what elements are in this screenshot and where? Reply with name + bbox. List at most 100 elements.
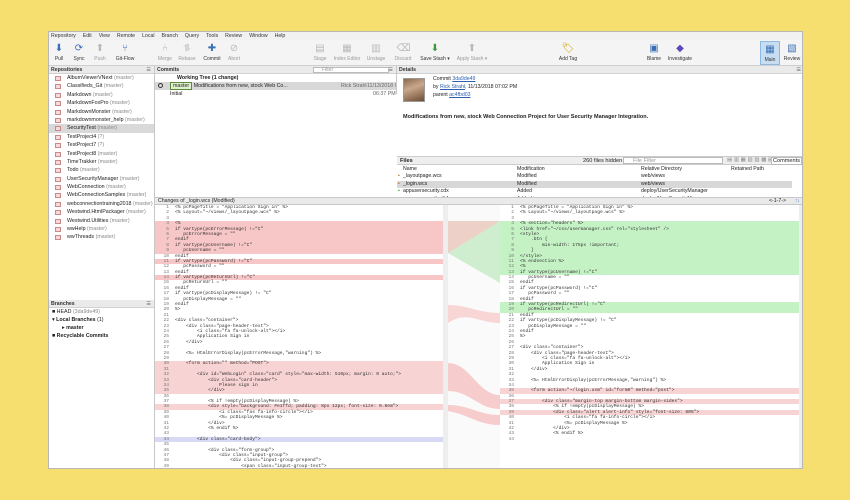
- repository-item[interactable]: Westwind.Utilities (master): [49, 217, 154, 225]
- gitflow-button[interactable]: ⑂ Git-Flow: [113, 41, 137, 65]
- left-panel: Repositories ☰ AlbumViewerVNext (master) C…: [49, 66, 155, 468]
- file-filter-input[interactable]: File Filter: [623, 157, 723, 164]
- apply-stash-button[interactable]: ⬆ Apply Stash ▾: [455, 41, 489, 65]
- commit-row-initial[interactable]: Initial 06:37 PM: [155, 90, 396, 98]
- repository-icon: [55, 227, 61, 233]
- menu-local[interactable]: Local: [142, 33, 154, 39]
- repository-item[interactable]: Westwind.HtmlPackager (master): [49, 208, 154, 216]
- pull-button[interactable]: ⬇ Pull: [51, 41, 67, 65]
- repository-item[interactable]: WebConnectionSamples (master): [49, 191, 154, 199]
- menu-tools[interactable]: Tools: [206, 33, 218, 39]
- repository-item[interactable]: wwHelp (master): [49, 225, 154, 233]
- repository-item[interactable]: MarkdownMonster (master): [49, 108, 154, 116]
- repository-item[interactable]: UserSecurityManager (master): [49, 175, 154, 183]
- diff-connectors: [448, 221, 500, 425]
- merge-button[interactable]: ⑃ Merge: [156, 41, 174, 65]
- line-code: <% section="headers" %>: [520, 221, 584, 227]
- line-code: </div>: [520, 366, 548, 372]
- repository-item[interactable]: Todo (master): [49, 166, 154, 174]
- unstage-button[interactable]: ▥ Unstage: [365, 41, 387, 65]
- repository-item[interactable]: TestProject8 (master): [49, 150, 154, 158]
- head-item[interactable]: ■ HEAD (3da9de49): [49, 308, 154, 316]
- repository-item[interactable]: Classifieds_Git (master): [49, 82, 154, 90]
- line-code: <link href="~/css/usermanager.css" rel="…: [520, 226, 669, 232]
- add-tag-button[interactable]: 🏷 Add Tag: [557, 41, 579, 65]
- column-relative-directory[interactable]: Relative Directory: [641, 165, 682, 173]
- repository-item[interactable]: markdownmonster_help (master): [49, 116, 154, 124]
- investigate-button[interactable]: ◆ Investigate: [666, 41, 694, 65]
- commit-parent-line: parent ac4fbd03: [433, 92, 471, 98]
- commit-row[interactable]: master Modifications from new, stock Web…: [155, 82, 396, 90]
- file-row[interactable]: ▪ _login.wcs Modified web/views: [397, 180, 792, 188]
- comments-button[interactable]: Comments: [770, 157, 802, 165]
- menu-review[interactable]: Review: [225, 33, 242, 39]
- commit-filter-input[interactable]: Filter: [313, 67, 389, 73]
- file-row[interactable]: ▪ appusersecurity.cdx Added deploy/UserSecu…: [397, 188, 792, 196]
- repository-item[interactable]: webconnectiontraining2018 (master): [49, 200, 154, 208]
- stage-button[interactable]: ▤ Stage: [311, 41, 329, 65]
- index-editor-icon: ▦: [342, 43, 352, 54]
- repository-item[interactable]: SecurityTest (master): [49, 124, 154, 133]
- commits-menu-icon[interactable]: ☰: [388, 66, 393, 74]
- discard-button[interactable]: ⌫ Discard: [393, 41, 413, 65]
- branches-menu-icon[interactable]: ☰: [146, 300, 151, 308]
- repository-icon: [55, 185, 61, 191]
- save-stash-button[interactable]: ⬇ Save Stash ▾: [419, 41, 451, 65]
- details-menu-icon[interactable]: ☰: [796, 66, 801, 74]
- commit-hash-line: Commit 3da9de49: [433, 76, 476, 82]
- diff-left-pane[interactable]: 1 <% pcPageTitle = "Application Sign in" …: [155, 205, 448, 468]
- menu-edit[interactable]: Edit: [83, 33, 92, 39]
- repositories-menu-icon[interactable]: ☰: [146, 66, 151, 74]
- branch-master[interactable]: ▸ master: [49, 324, 154, 332]
- push-button[interactable]: ⬆ Push: [91, 41, 109, 65]
- repository-item[interactable]: TestProject7 (?): [49, 141, 154, 149]
- repository-item[interactable]: wwThreads (master): [49, 233, 154, 241]
- right-scrollbar[interactable]: [799, 205, 802, 468]
- file-view-options-icon[interactable]: ▤ ▥ ▦ ▧ ▨ ▩ ▤: [727, 157, 773, 163]
- repository-item[interactable]: MarkdownFoxPro (master): [49, 99, 154, 107]
- repository-item[interactable]: AlbumViewerVNext (master): [49, 74, 154, 82]
- menu-repository[interactable]: Repository: [51, 33, 76, 39]
- menu-branch[interactable]: Branch: [161, 33, 177, 39]
- line-code: <div class="page-header-text">: [175, 323, 269, 329]
- column-name[interactable]: Name: [403, 165, 417, 173]
- commit-button[interactable]: ✚ Commit: [201, 41, 223, 65]
- rebase-button[interactable]: ⥮ Rebase: [177, 41, 197, 65]
- working-tree-row[interactable]: Working Tree (1 change): [155, 74, 396, 82]
- review-view-button[interactable]: ▧ Review: [782, 41, 802, 65]
- menu-view[interactable]: View: [99, 33, 110, 39]
- author-link[interactable]: Rick Strahl: [440, 84, 465, 90]
- diff-navigation[interactable]: <-1-7->: [769, 198, 786, 205]
- repository-item[interactable]: TestProject4 (?): [49, 133, 154, 141]
- sync-button[interactable]: ⟳ Sync: [71, 41, 87, 65]
- file-row[interactable]: ▪ _layoutpage.wcs Modified web/views: [397, 173, 792, 181]
- line-code: if vartype(pcUsername) !="C": [520, 269, 598, 275]
- repository-item[interactable]: TimeTrakker (master): [49, 158, 154, 166]
- column-modification[interactable]: Modification: [517, 165, 545, 173]
- line-code: endif: [520, 296, 534, 302]
- recyclable-commits-item[interactable]: ■ Recyclable Commits: [49, 332, 154, 340]
- parent-hash-link[interactable]: ac4fbd03: [449, 92, 470, 98]
- commit-hash-link[interactable]: 3da9de49: [452, 76, 475, 82]
- menu-remote[interactable]: Remote: [117, 33, 135, 39]
- column-retained-path[interactable]: Retained Path: [731, 165, 764, 173]
- repository-item[interactable]: Markdown (master): [49, 91, 154, 99]
- menu-query[interactable]: Query: [185, 33, 199, 39]
- repositories-header: Repositories ☰: [49, 66, 154, 74]
- blame-button[interactable]: ▣ Blame: [645, 41, 663, 65]
- menu-help[interactable]: Help: [275, 33, 286, 39]
- repository-icon: [55, 201, 61, 207]
- main-view-button[interactable]: ▦ Main: [760, 41, 780, 65]
- abort-button[interactable]: ⊘ Abort: [225, 41, 243, 65]
- line-code: <%= pcDisplayMessage %>: [175, 415, 283, 421]
- index-editor-button[interactable]: ▦ Index Editor: [332, 41, 362, 65]
- local-branches-item[interactable]: ▾ Local Branches (1): [49, 316, 154, 324]
- repository-item[interactable]: WebConnection (master): [49, 183, 154, 191]
- diff-nav-arrows-icon[interactable]: ↑↓: [795, 198, 800, 205]
- diff-right-pane[interactable]: 1 <% pcPageTitle = "Application Sign in" …: [500, 205, 802, 468]
- line-code: %>: [520, 334, 526, 340]
- menu-window[interactable]: Window: [249, 33, 267, 39]
- commit-author-line: by Rick Strahl, 11/13/2018 07:02 PM: [433, 84, 518, 90]
- repository-icon: [55, 176, 61, 182]
- line-code: pcDisplayMessage = "": [520, 323, 587, 329]
